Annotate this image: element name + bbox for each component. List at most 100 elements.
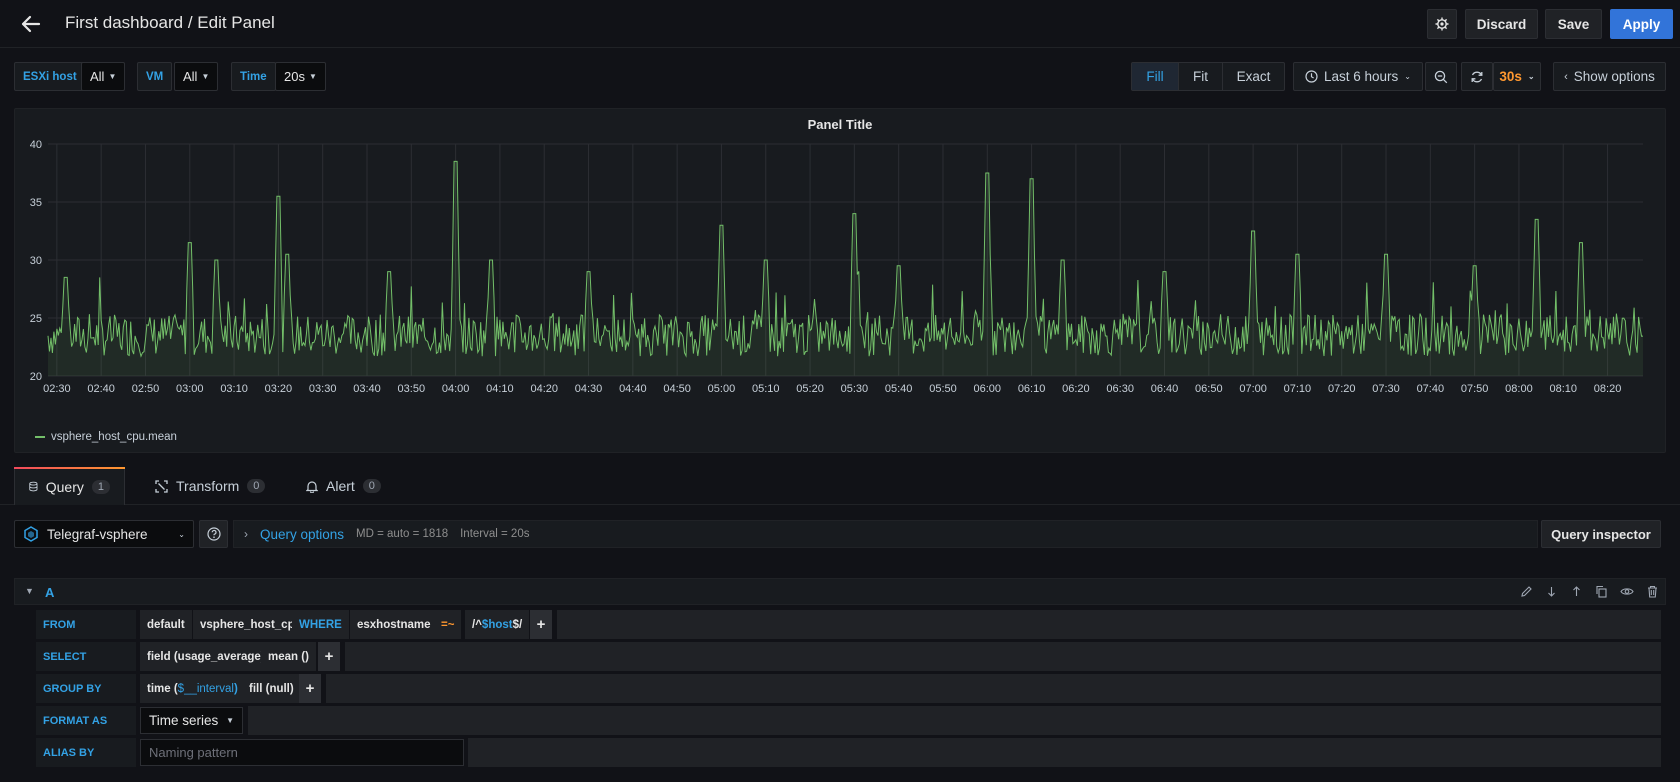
x-tick-label: 03:50 xyxy=(398,383,426,395)
eye-icon[interactable] xyxy=(1620,585,1634,598)
x-tick-label: 07:10 xyxy=(1284,383,1312,395)
apply-button[interactable]: Apply xyxy=(1610,9,1673,39)
add-where-button[interactable]: + xyxy=(530,610,552,639)
tab-count-badge: 0 xyxy=(247,479,266,493)
group-by-time-segment[interactable]: time ($__interval) xyxy=(140,674,245,703)
datasource-name: Telegraf-vsphere xyxy=(47,526,148,542)
alias-by-label: ALIAS BY xyxy=(36,738,136,767)
x-tick-label: 03:10 xyxy=(220,383,248,395)
retention-policy-segment[interactable]: default xyxy=(140,610,192,639)
copy-icon[interactable] xyxy=(1595,585,1608,598)
legend-swatch xyxy=(35,436,45,438)
where-value-segment[interactable]: /^ $host $/ xyxy=(465,610,530,639)
back-arrow-icon[interactable] xyxy=(18,11,44,37)
view-mode-fit[interactable]: Fit xyxy=(1179,63,1223,90)
format-as-select[interactable]: Time series ▼ xyxy=(140,707,243,734)
tab-query[interactable]: Query 1 xyxy=(14,467,125,505)
show-options-button[interactable]: ‹ Show options xyxy=(1553,62,1666,91)
tab-transform[interactable]: Transform 0 xyxy=(141,467,279,505)
alias-by-input[interactable] xyxy=(140,739,464,766)
datasource-picker[interactable]: Telegraf-vsphere ⌄ xyxy=(14,520,194,548)
legend-series-name[interactable]: vsphere_host_cpu.mean xyxy=(51,431,177,443)
where-value-suffix: $/ xyxy=(512,618,523,631)
clock-icon xyxy=(1305,70,1318,83)
y-tick-label: 25 xyxy=(30,313,42,325)
series-area xyxy=(48,161,1643,376)
settings-button[interactable] xyxy=(1427,9,1457,39)
where-value-variable: $host xyxy=(481,618,513,631)
variable-select-time[interactable]: 20s ▼ xyxy=(275,62,326,91)
query-row-actions xyxy=(1520,585,1659,598)
x-tick-label: 08:10 xyxy=(1549,383,1577,395)
top-bar: First dashboard / Edit Panel Discard Sav… xyxy=(0,0,1680,48)
x-tick-label: 05:10 xyxy=(752,383,780,395)
x-tick-label: 05:00 xyxy=(708,383,736,395)
x-tick-label: 07:40 xyxy=(1417,383,1445,395)
tab-alert[interactable]: Alert 0 xyxy=(292,467,395,505)
show-options-label: Show options xyxy=(1573,69,1655,84)
x-tick-label: 07:20 xyxy=(1328,383,1356,395)
variable-value: All xyxy=(90,69,105,84)
add-select-button[interactable]: + xyxy=(318,642,340,671)
query-options-bar[interactable]: › Query options MD = auto = 1818 Interva… xyxy=(233,520,1538,548)
x-tick-label: 07:50 xyxy=(1461,383,1489,395)
refresh-icon xyxy=(1471,71,1483,82)
time-range-picker[interactable]: Last 6 hours ⌄ xyxy=(1293,62,1423,91)
group-by-fill-segment[interactable]: fill (null) xyxy=(242,674,301,703)
chevron-down-icon: ▼ xyxy=(308,72,317,81)
select-label: SELECT xyxy=(36,642,136,671)
add-group-by-button[interactable]: + xyxy=(299,674,321,703)
variable-label-esxi-host: ESXi host xyxy=(14,62,86,91)
x-tick-label: 07:00 xyxy=(1239,383,1267,395)
variable-select-vm[interactable]: All ▼ xyxy=(174,62,219,91)
query-row-alias: ALIAS BY xyxy=(36,738,1661,767)
refresh-interval-select[interactable]: 30s ⌄ xyxy=(1493,62,1541,91)
chevron-left-icon: ‹ xyxy=(1564,70,1568,83)
variable-label-time: Time xyxy=(231,62,276,91)
zoom-out-icon xyxy=(1434,70,1448,83)
group-time-variable: $__interval xyxy=(177,682,234,695)
page-title: First dashboard / Edit Panel xyxy=(65,13,275,32)
time-series-chart[interactable]: 20 25 30 35 40 02:30 02:40 02:50 03:00 03:10 03:20… xyxy=(15,109,1667,429)
query-inspector-button[interactable]: Query inspector xyxy=(1541,520,1661,548)
x-tick-label: 06:00 xyxy=(974,383,1002,395)
select-field-segment[interactable]: field (usage_average) xyxy=(140,642,272,671)
x-tick-label: 03:30 xyxy=(309,383,337,395)
discard-button[interactable]: Discard xyxy=(1465,9,1538,39)
y-tick-label: 40 xyxy=(30,139,42,151)
x-tick-label: 06:50 xyxy=(1195,383,1223,395)
view-mode-fill[interactable]: Fill xyxy=(1132,63,1179,90)
where-operator-segment[interactable]: =~ xyxy=(434,610,462,639)
help-button[interactable] xyxy=(199,520,228,548)
view-mode-exact[interactable]: Exact xyxy=(1223,63,1284,90)
chevron-down-icon: ⌄ xyxy=(178,529,185,539)
x-tick-label: 03:00 xyxy=(176,383,204,395)
tab-label: Transform xyxy=(176,478,240,494)
view-mode-group: Fill Fit Exact xyxy=(1131,62,1285,91)
x-tick-label: 02:40 xyxy=(87,383,115,395)
zoom-out-button[interactable] xyxy=(1425,62,1457,91)
where-key-segment[interactable]: esxhostname xyxy=(350,610,438,639)
save-button[interactable]: Save xyxy=(1545,9,1602,39)
pencil-icon[interactable] xyxy=(1520,585,1533,598)
group-time-suffix: ) xyxy=(233,682,238,695)
query-ref-id[interactable]: A xyxy=(45,585,54,600)
trash-icon[interactable] xyxy=(1646,585,1659,598)
arrow-down-icon[interactable] xyxy=(1545,585,1558,598)
x-tick-label: 03:40 xyxy=(353,383,381,395)
chevron-down-icon[interactable]: ▼ xyxy=(25,586,34,596)
x-tick-label: 04:30 xyxy=(575,383,603,395)
select-aggregation-segment[interactable]: mean () xyxy=(261,642,316,671)
x-tick-label: 03:20 xyxy=(265,383,293,395)
variable-value: All xyxy=(183,69,198,84)
refresh-button[interactable] xyxy=(1461,62,1493,91)
influxdb-icon xyxy=(24,526,38,542)
format-as-label: FORMAT AS xyxy=(36,706,136,735)
chevron-down-icon: ⌄ xyxy=(1527,72,1535,81)
query-options-label[interactable]: Query options xyxy=(260,527,344,542)
variable-select-esxi-host[interactable]: All ▼ xyxy=(81,62,126,91)
variable-label-vm: VM xyxy=(137,62,173,91)
chevron-down-icon: ⌄ xyxy=(1404,72,1411,81)
x-tick-label: 02:50 xyxy=(132,383,160,395)
arrow-up-icon[interactable] xyxy=(1570,585,1583,598)
